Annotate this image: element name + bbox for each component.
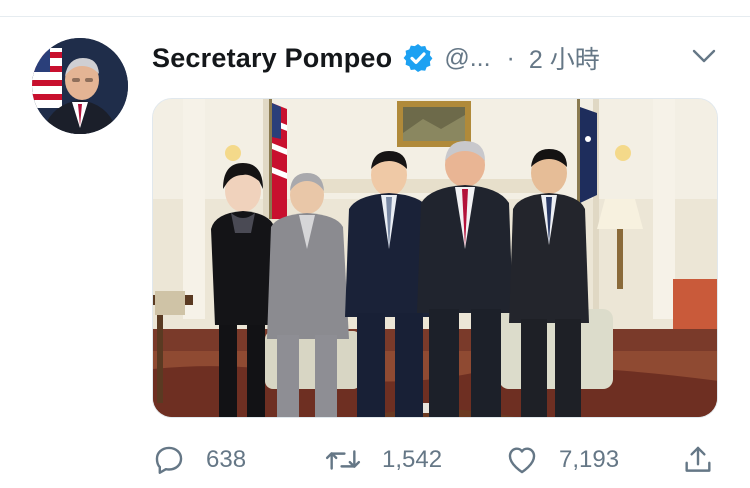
handle[interactable]: @... [444,44,490,73]
share-icon [685,446,711,472]
top-divider [0,16,750,17]
reply-button[interactable]: 638 [152,438,246,482]
group-photo-image [153,99,717,417]
avatar[interactable] [32,38,128,134]
timestamp[interactable]: 2 小時 [529,40,600,76]
tweet-actions: 638 1,542 7,193 [0,438,750,482]
retweet-button[interactable]: 1,542 [324,438,442,482]
retweet-icon [325,450,361,470]
like-icon [508,447,536,474]
separator-dot: · [506,43,515,72]
chevron-down-icon[interactable] [690,44,718,68]
avatar-image [32,38,128,134]
reply-count: 638 [206,446,247,473]
like-count: 7,193 [559,446,620,473]
tweet-photo[interactable] [152,98,718,418]
reply-icon [155,446,183,474]
tweet-header: Secretary Pompeo @... · 2 小時 [152,40,600,76]
like-button[interactable]: 7,193 [505,438,619,482]
retweet-count: 1,542 [382,446,443,473]
verified-badge-icon [403,44,433,72]
display-name[interactable]: Secretary Pompeo [152,43,392,74]
share-button[interactable] [681,438,715,482]
